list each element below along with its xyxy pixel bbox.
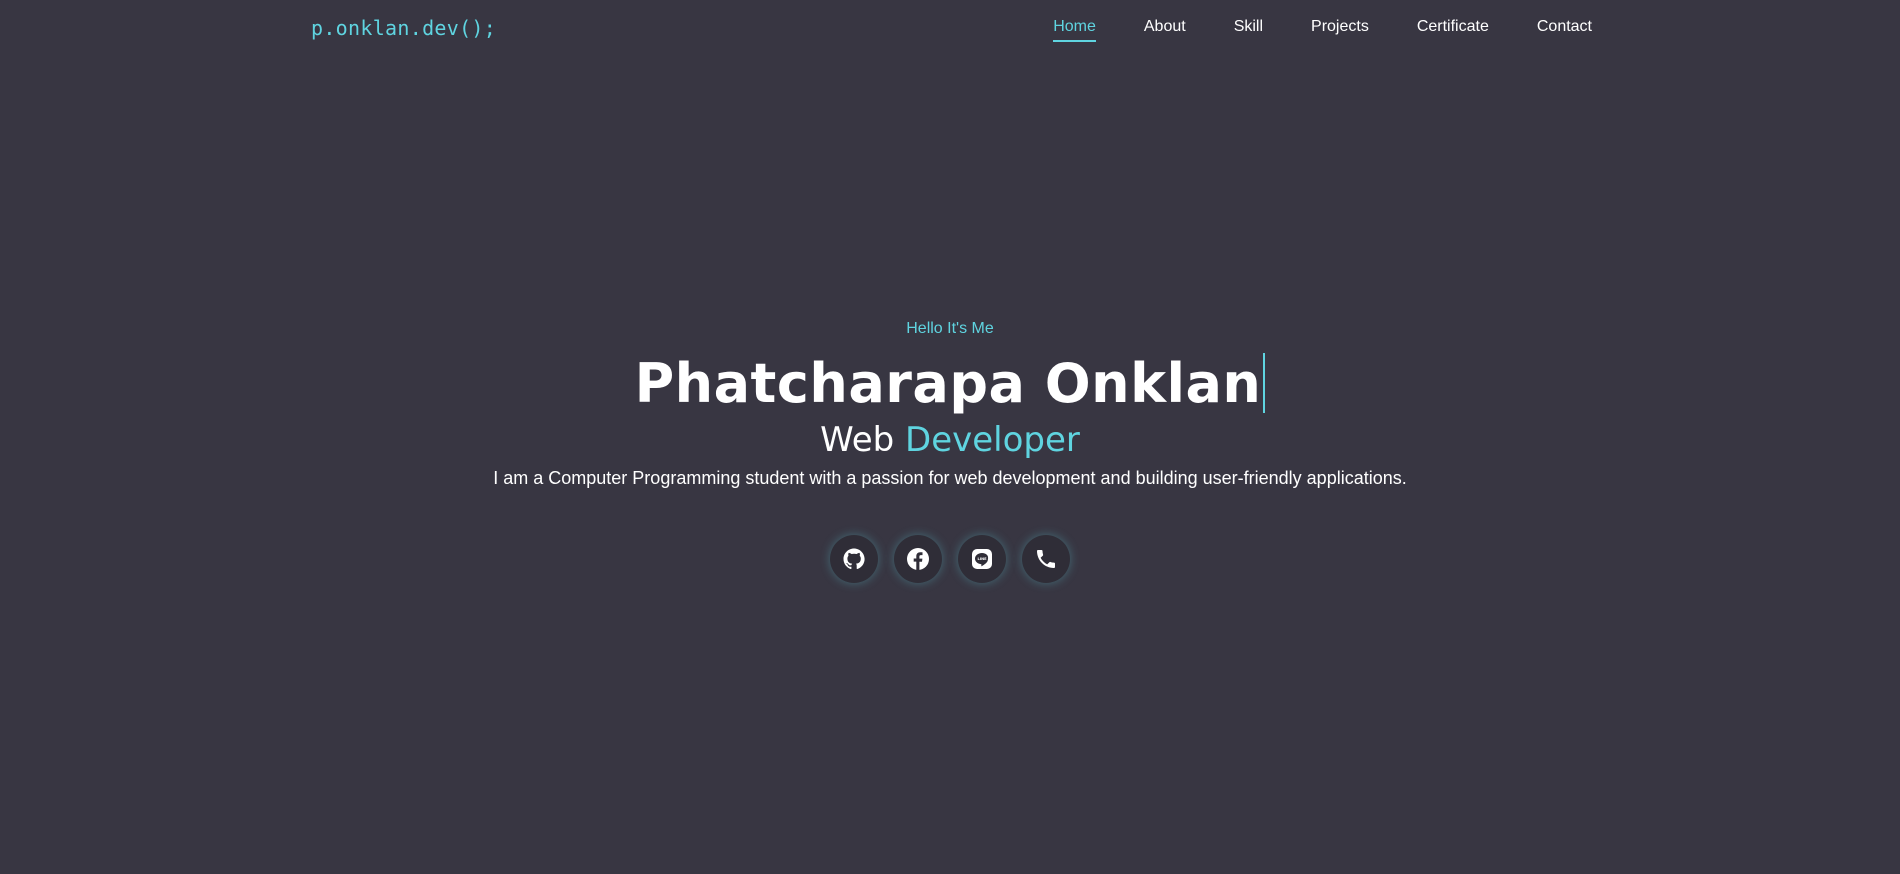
main-nav: Home About Skill Projects Certificate Co…: [1053, 18, 1592, 42]
nav-contact[interactable]: Contact: [1537, 18, 1592, 42]
site-header: p.onklan.dev(); Home About Skill Project…: [0, 0, 1900, 58]
hero-section: Hello It's Me Phatcharapa Onklan Web Dev…: [0, 320, 1900, 583]
hero-name-row: Phatcharapa Onklan: [0, 350, 1900, 416]
social-links: LINE: [0, 535, 1900, 583]
hero-greeting: Hello It's Me: [906, 320, 994, 337]
phone-button[interactable]: [1022, 535, 1070, 583]
github-button[interactable]: [830, 535, 878, 583]
svg-text:LINE: LINE: [977, 557, 987, 561]
facebook-icon: [907, 548, 929, 570]
hero-role: Web Developer: [0, 420, 1900, 460]
role-prefix: Web: [820, 420, 895, 460]
nav-certificate[interactable]: Certificate: [1417, 18, 1489, 42]
github-icon: [843, 548, 865, 570]
typing-caret: [1263, 353, 1266, 413]
hero-name: Phatcharapa Onklan: [634, 351, 1262, 415]
facebook-button[interactable]: [894, 535, 942, 583]
site-logo[interactable]: p.onklan.dev();: [311, 16, 496, 40]
line-button[interactable]: LINE: [958, 535, 1006, 583]
hero-description: I am a Computer Programming student with…: [493, 468, 1407, 488]
nav-skill[interactable]: Skill: [1234, 18, 1263, 42]
phone-icon: [1037, 550, 1055, 568]
nav-projects[interactable]: Projects: [1311, 18, 1369, 42]
page: p.onklan.dev(); Home About Skill Project…: [0, 0, 1900, 874]
role-accent: Developer: [905, 420, 1080, 460]
nav-home[interactable]: Home: [1053, 18, 1096, 42]
nav-about[interactable]: About: [1144, 18, 1186, 42]
line-icon: LINE: [972, 549, 992, 569]
